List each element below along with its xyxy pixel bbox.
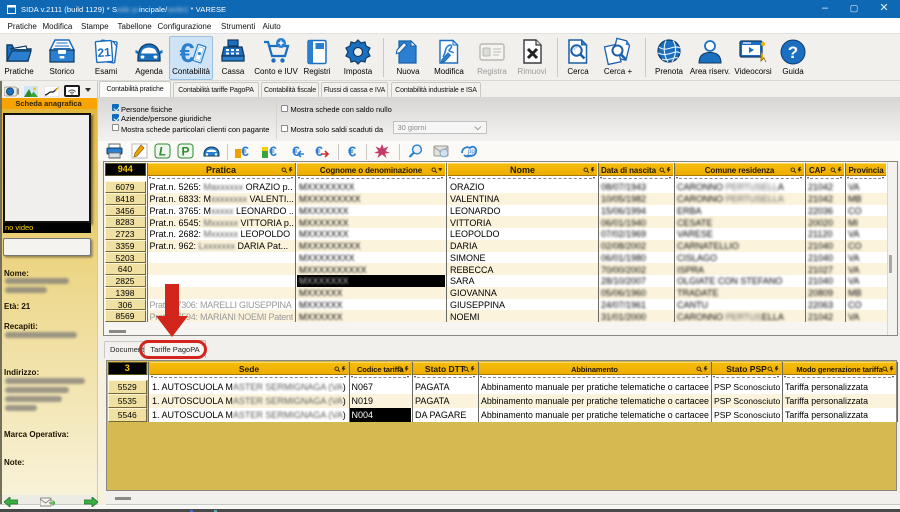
svg-text:P: P	[181, 145, 189, 159]
svg-text:€: €	[179, 38, 194, 67]
svg-text:?: ?	[788, 43, 798, 62]
svg-text:€: €	[241, 143, 249, 159]
svg-text:€: €	[269, 143, 277, 159]
svg-text:pp: pp	[468, 149, 475, 155]
svg-text:€: €	[315, 143, 323, 159]
svg-text:€: €	[292, 143, 300, 159]
svg-text:L: L	[159, 145, 166, 159]
svg-text:21: 21	[97, 45, 112, 60]
svg-text:€: €	[348, 144, 357, 160]
